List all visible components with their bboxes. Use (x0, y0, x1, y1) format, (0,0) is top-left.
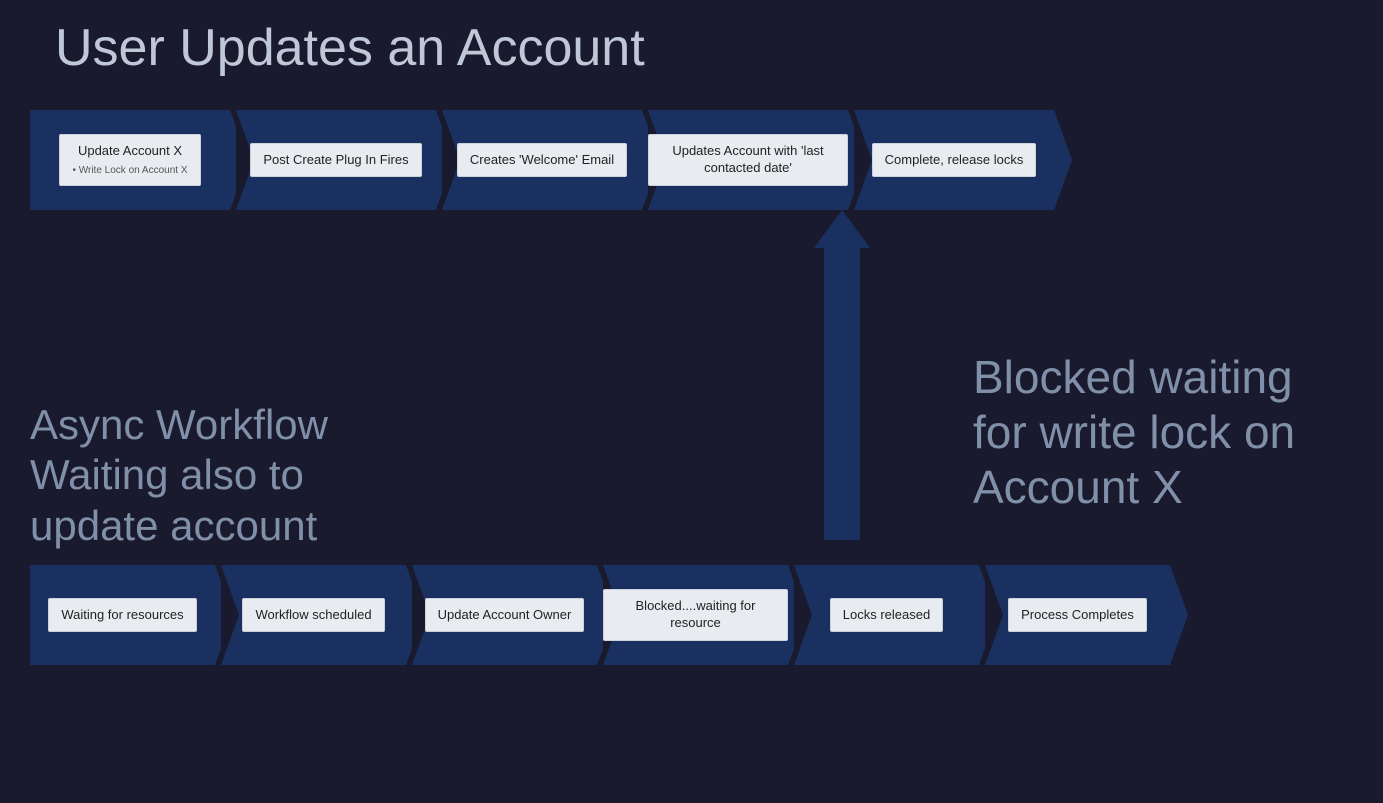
step-bot-5-label: Locks released (830, 598, 943, 633)
step-bot-2-wrapper: Workflow scheduled (221, 565, 406, 665)
step-bot-6-bg: Process Completes (985, 565, 1170, 665)
top-process-row: Update Account X • Write Lock on Account … (30, 110, 1353, 210)
step-top-2-text: Post Create Plug In Fires (263, 152, 408, 169)
step-top-1-text: Update Account X (72, 143, 187, 160)
step-top-4-label: Updates Account with 'last contacted dat… (648, 134, 848, 186)
step-top-2-wrapper: Post Create Plug In Fires (236, 110, 436, 210)
step-bot-1-bg: Waiting for resources (30, 565, 215, 665)
step-top-3-text: Creates 'Welcome' Email (470, 152, 614, 169)
step-top-4-wrapper: Updates Account with 'last contacted dat… (648, 110, 848, 210)
step-top-3-wrapper: Creates 'Welcome' Email (442, 110, 642, 210)
step-top-5-bg: Complete, release locks (854, 110, 1054, 210)
async-subtitle: Async Workflow Waiting also to update ac… (30, 400, 410, 551)
step-top-5-wrapper: Complete, release locks (854, 110, 1054, 210)
step-top-3-bg: Creates 'Welcome' Email (442, 110, 642, 210)
arrow-shaft (824, 248, 860, 540)
step-top-1-subtext: • Write Lock on Account X (72, 164, 187, 177)
step-top-3-label: Creates 'Welcome' Email (457, 143, 627, 178)
step-bot-2-bg: Workflow scheduled (221, 565, 406, 665)
step-top-1-wrapper: Update Account X • Write Lock on Account … (30, 110, 230, 210)
step-top-5-label: Complete, release locks (872, 143, 1037, 178)
bottom-process-row: Waiting for resources Workflow scheduled U… (30, 565, 1353, 665)
step-top-4-text: Updates Account with 'last contacted dat… (661, 143, 835, 177)
upward-arrow (822, 210, 862, 540)
step-bot-6-label: Process Completes (1008, 598, 1147, 633)
step-bot-4-label: Blocked....waiting for resource (603, 589, 788, 641)
step-bot-3-wrapper: Update Account Owner (412, 565, 597, 665)
arrow-head (814, 210, 870, 248)
step-bot-5-bg: Locks released (794, 565, 979, 665)
blocked-subtitle: Blocked waiting for write lock on Accoun… (973, 350, 1353, 516)
step-bot-2-label: Workflow scheduled (242, 598, 384, 633)
step-bot-6-wrapper: Process Completes (985, 565, 1170, 665)
step-top-2-bg: Post Create Plug In Fires (236, 110, 436, 210)
step-top-5-text: Complete, release locks (885, 152, 1024, 169)
step-top-2-label: Post Create Plug In Fires (250, 143, 421, 178)
step-top-4-bg: Updates Account with 'last contacted dat… (648, 110, 848, 210)
step-bot-4-bg: Blocked....waiting for resource (603, 565, 788, 665)
step-top-1-label: Update Account X • Write Lock on Account … (59, 134, 200, 186)
step-top-1-bg: Update Account X • Write Lock on Account … (30, 110, 230, 210)
step-bot-4-wrapper: Blocked....waiting for resource (603, 565, 788, 665)
step-bot-1-wrapper: Waiting for resources (30, 565, 215, 665)
step-bot-3-bg: Update Account Owner (412, 565, 597, 665)
step-bot-3-label: Update Account Owner (425, 598, 585, 633)
main-title: User Updates an Account (55, 18, 645, 78)
step-bot-5-wrapper: Locks released (794, 565, 979, 665)
step-bot-1-label: Waiting for resources (48, 598, 196, 633)
